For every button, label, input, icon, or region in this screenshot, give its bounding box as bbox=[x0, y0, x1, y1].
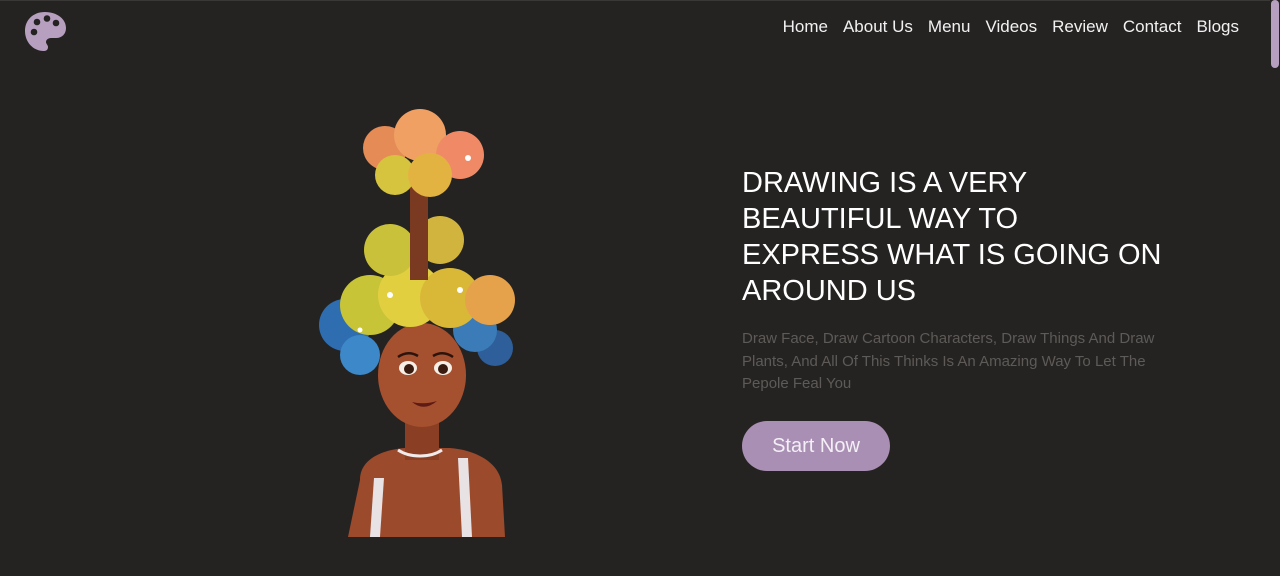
hero-title: DRAWING IS A VERY BEAUTIFUL WAY TO EXPRE… bbox=[742, 167, 1162, 307]
palette-icon[interactable] bbox=[24, 11, 68, 53]
nav-review[interactable]: Review bbox=[1052, 17, 1108, 37]
nav-blogs[interactable]: Blogs bbox=[1196, 17, 1239, 37]
page: Home About Us Menu Videos Review Contact… bbox=[0, 0, 1270, 576]
nav-videos[interactable]: Videos bbox=[985, 17, 1037, 37]
nav-menu[interactable]: Menu bbox=[928, 17, 971, 37]
hero-text: DRAWING IS A VERY BEAUTIFUL WAY TO EXPRE… bbox=[742, 165, 1162, 471]
nav-home[interactable]: Home bbox=[783, 17, 828, 37]
hero-subtitle: Draw Face, Draw Cartoon Characters, Draw… bbox=[742, 330, 1155, 392]
start-now-button[interactable]: Start Now bbox=[742, 421, 890, 471]
top-divider bbox=[0, 0, 1270, 1]
hero-illustration bbox=[300, 100, 540, 540]
scrollbar[interactable] bbox=[1270, 0, 1280, 576]
main-nav: Home About Us Menu Videos Review Contact… bbox=[783, 17, 1239, 37]
scrollbar-thumb[interactable] bbox=[1271, 0, 1279, 68]
nav-about-us[interactable]: About Us bbox=[843, 17, 913, 37]
nav-contact[interactable]: Contact bbox=[1123, 17, 1182, 37]
